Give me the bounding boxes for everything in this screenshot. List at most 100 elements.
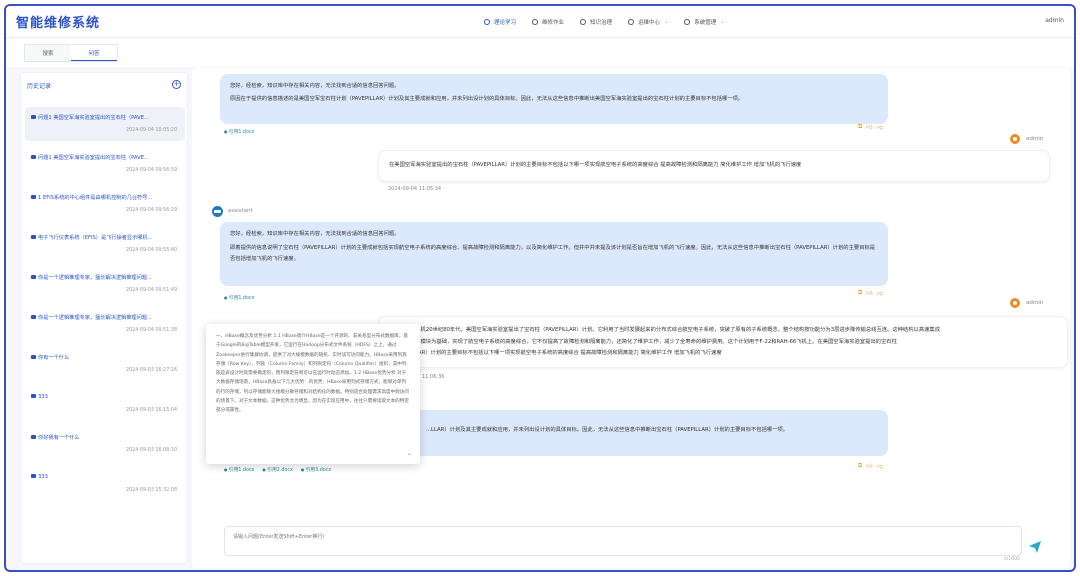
history-item-time: 2024-09-04 09:55:40 [126, 248, 177, 253]
thumbs-down-icon[interactable]: 👎︎ [877, 123, 883, 131]
history-item-time: 2024-09-03 16:08:30 [126, 448, 177, 453]
history-title: 历史记录 [27, 83, 52, 90]
message-text: ...式机载计算机20世纪80年代，美国空军海实验室提出了宝石柱（PAVEPIL… [389, 327, 941, 333]
history-item[interactable]: 电子飞行仪表系统（EFIS）是飞行操者显示哪机... 2024-09-04 09… [25, 227, 185, 261]
chevron-down-icon[interactable]: ⌄ [407, 449, 412, 458]
message-text: 在美国空军海实验室提出的宝石柱（PAVEPILLAR）计划的主要目标不包括以下哪… [389, 162, 802, 168]
history-item-time: 2024-09-04 09:56:29 [126, 208, 177, 213]
nav-label: 知识治理 [590, 20, 613, 26]
app-logo: 智能维修系统 [16, 16, 101, 31]
source-list: 引用1.docx [224, 128, 255, 135]
admin-avatar [1010, 134, 1020, 144]
history-item[interactable]: 你是一个逻辑推理专家，擅长解决逻辑推理问题... 2024-09-04 09:5… [25, 307, 185, 341]
thumbs-up-icon[interactable]: 👍︎ [866, 123, 872, 131]
message-text: ...PAVEPILLAR）计划的主要目标不包括以下哪一项实现航空电子系统的高度… [389, 350, 722, 356]
char-counter: 0/1000 [1004, 557, 1020, 562]
history-item-title: 你是一个逻辑推理专家，擅长解决逻辑推理问题... [38, 315, 152, 321]
question-input[interactable] [224, 526, 1022, 556]
history-item[interactable]: 1 EFIS系统的中心组件是由哪机控制的几台符号... 2024-09-04 0… [25, 187, 185, 221]
app-window: 智能维修系统 理论学习 维修作业 知识治理 运维中心 ⌄ 系统管理 ⌄ admi… [4, 4, 1076, 572]
history-item-title: 你好我有一个什么 [38, 435, 80, 441]
user-menu[interactable]: admin [1045, 17, 1064, 24]
chevron-down-icon: ⌄ [720, 19, 725, 25]
chat-icon [31, 195, 36, 199]
history-item-time: 2024-09-04 09:51:49 [126, 288, 177, 293]
history-sidebar: 历史记录 + 问题1 美国空军海实验室提出的宝石柱（PAVE... 2024-0… [20, 72, 188, 564]
tab-qa[interactable]: 问答 [71, 45, 117, 61]
history-item[interactable]: 你好我有一个什么 2024-09-03 16:08:30 [25, 427, 185, 461]
plus-circle-icon[interactable]: + [172, 80, 181, 89]
history-item-time: 2024-09-03 15:32:08 [126, 488, 177, 493]
user-message: 在美国空军海实验室提出的宝石柱（PAVEPILLAR）计划的主要目标不包括以下哪… [378, 150, 1050, 182]
book-icon [484, 19, 490, 25]
history-item[interactable]: 333 2024-09-03 15:32:08 [25, 467, 185, 501]
source-link[interactable]: 引用2.docx [262, 466, 293, 473]
sender-name: admin [1026, 136, 1044, 142]
sender-name: admin [1026, 300, 1044, 306]
main-nav: 理论学习 维修作业 知识治理 运维中心 ⌄ 系统管理 ⌄ [484, 6, 724, 38]
history-item[interactable]: 你是一个逻辑推理专家，擅长解决逻辑推理问题... 2024-09-04 09:5… [25, 267, 185, 301]
chat-icon [31, 235, 36, 239]
mode-tabs: 搜索 问答 [24, 44, 118, 62]
history-item-time: 2024-09-04 09:56:59 [126, 168, 177, 173]
source-list: 引用1.docx 引用2.docx 引用3.docx [224, 466, 331, 473]
thumbs-down-icon[interactable]: 👎︎ [877, 289, 883, 297]
history-item-title: 333 [38, 394, 48, 400]
message-actions: ⧉ 👍︎ 👎︎ [858, 289, 883, 297]
copy-icon[interactable]: ⧉ [858, 462, 862, 470]
nav-item-system[interactable]: 系统管理 ⌄ [684, 18, 724, 26]
message-time: 11:06:36 [422, 374, 445, 380]
assistant-message: 您好，经检索，知识库中存在相关内容，无法找到合适的信息回答问题。 即着提供的信息… [220, 222, 888, 286]
nav-item-theory[interactable]: 理论学习 [484, 18, 516, 26]
chat-icon [31, 355, 36, 359]
user-message: ...式机载计算机20世纪80年代，美国空军海实验室提出了宝石柱（PAVEPIL… [378, 316, 1068, 368]
history-item-time: 2024-09-04 10:05:20 [126, 128, 177, 133]
message-actions: ⧉ 👍︎ 👎︎ [858, 123, 883, 131]
source-link[interactable]: 引用1.docx [224, 294, 255, 301]
admin-avatar [1010, 298, 1020, 308]
chevron-down-icon: ⌄ [664, 19, 669, 25]
chat-icon [31, 315, 36, 319]
history-item[interactable]: 333 2024-09-03 16:15:04 [25, 387, 185, 421]
source-link[interactable]: 引用1.docx [224, 128, 255, 135]
nav-label: 维修作业 [542, 20, 565, 26]
sender-name: assistant [228, 208, 253, 214]
history-item[interactable]: 问题1 美国空军海实验室提出的宝石柱（PAVE... 2024-09-04 10… [25, 107, 185, 141]
history-item-title: 1 EFIS系统的中心组件是由哪机控制的几台符号... [38, 195, 153, 201]
copy-icon[interactable]: ⧉ [858, 289, 862, 297]
source-link[interactable]: 引用1.docx [224, 466, 255, 473]
history-item-time: 2024-09-03 16:15:04 [126, 408, 177, 413]
chat-icon [31, 115, 36, 119]
chat-icon [31, 394, 36, 398]
message-line: 即着提供的信息说明了宝石柱（PAVEPILLAR）计划的主要成就包括实现航空电子… [230, 245, 876, 262]
assistant-avatar [212, 206, 223, 217]
thumbs-down-icon[interactable]: 👎︎ [877, 462, 883, 470]
source-preview-popup: 一、HBase概念及优势分析 1.1 HBase简介HBase是一个开源的、非关… [206, 324, 420, 464]
history-item-time: 2024-09-04 09:51:38 [126, 328, 177, 333]
message-line: 您好，经检索，知识库中存在相关内容，无法找到合适的信息回答问题。 [230, 83, 400, 89]
nav-item-ops[interactable]: 运维中心 ⌄ [628, 18, 668, 26]
tab-search[interactable]: 搜索 [25, 45, 71, 61]
send-icon[interactable] [1028, 540, 1042, 554]
history-item[interactable]: 问题1 美国空军海实验室提出的宝石柱（PAVE... 2024-09-04 09… [25, 147, 185, 181]
wrench-icon [532, 19, 539, 25]
assistant-message: 您好，经检索，知识库中存在相关内容，无法找到合适的信息回答问题。 原因在于提供的… [220, 74, 888, 124]
nav-item-maintenance[interactable]: 维修作业 [532, 18, 564, 26]
nav-label: 理论学习 [494, 20, 517, 26]
history-item-title: 333 [38, 474, 48, 480]
top-bar: 智能维修系统 理论学习 维修作业 知识治理 运维中心 ⌄ 系统管理 ⌄ admi… [6, 6, 1074, 38]
message-line: 原因在于提供的信息描述的是美国空军宝石柱计划（PAVEPILLAR）计划及其主要… [230, 96, 744, 102]
copy-icon[interactable]: ⧉ [858, 123, 862, 131]
nav-label: 运维中心 [638, 20, 661, 26]
history-item[interactable]: 你有一个什么 2024-09-03 16:27:26 [25, 347, 185, 381]
nav-item-knowledge[interactable]: 知识治理 [580, 18, 612, 26]
message-line: 您好，经检索，知识库中存在相关内容，无法找到合适的信息回答问题。 [230, 231, 400, 237]
message-text: ...IC）和通用模块为基础，实现了航空电子系统的高度综合，它不仅提高了故障检测… [389, 338, 897, 345]
link-icon [580, 19, 587, 25]
gear-icon [684, 19, 691, 25]
history-item-title: 你是一个逻辑推理专家，擅长解决逻辑推理问题... [38, 275, 152, 281]
source-link[interactable]: 引用3.docx [301, 466, 332, 473]
thumbs-up-icon[interactable]: 👍︎ [866, 289, 872, 297]
monitor-icon [628, 19, 635, 25]
thumbs-up-icon[interactable]: 👍︎ [866, 462, 872, 470]
